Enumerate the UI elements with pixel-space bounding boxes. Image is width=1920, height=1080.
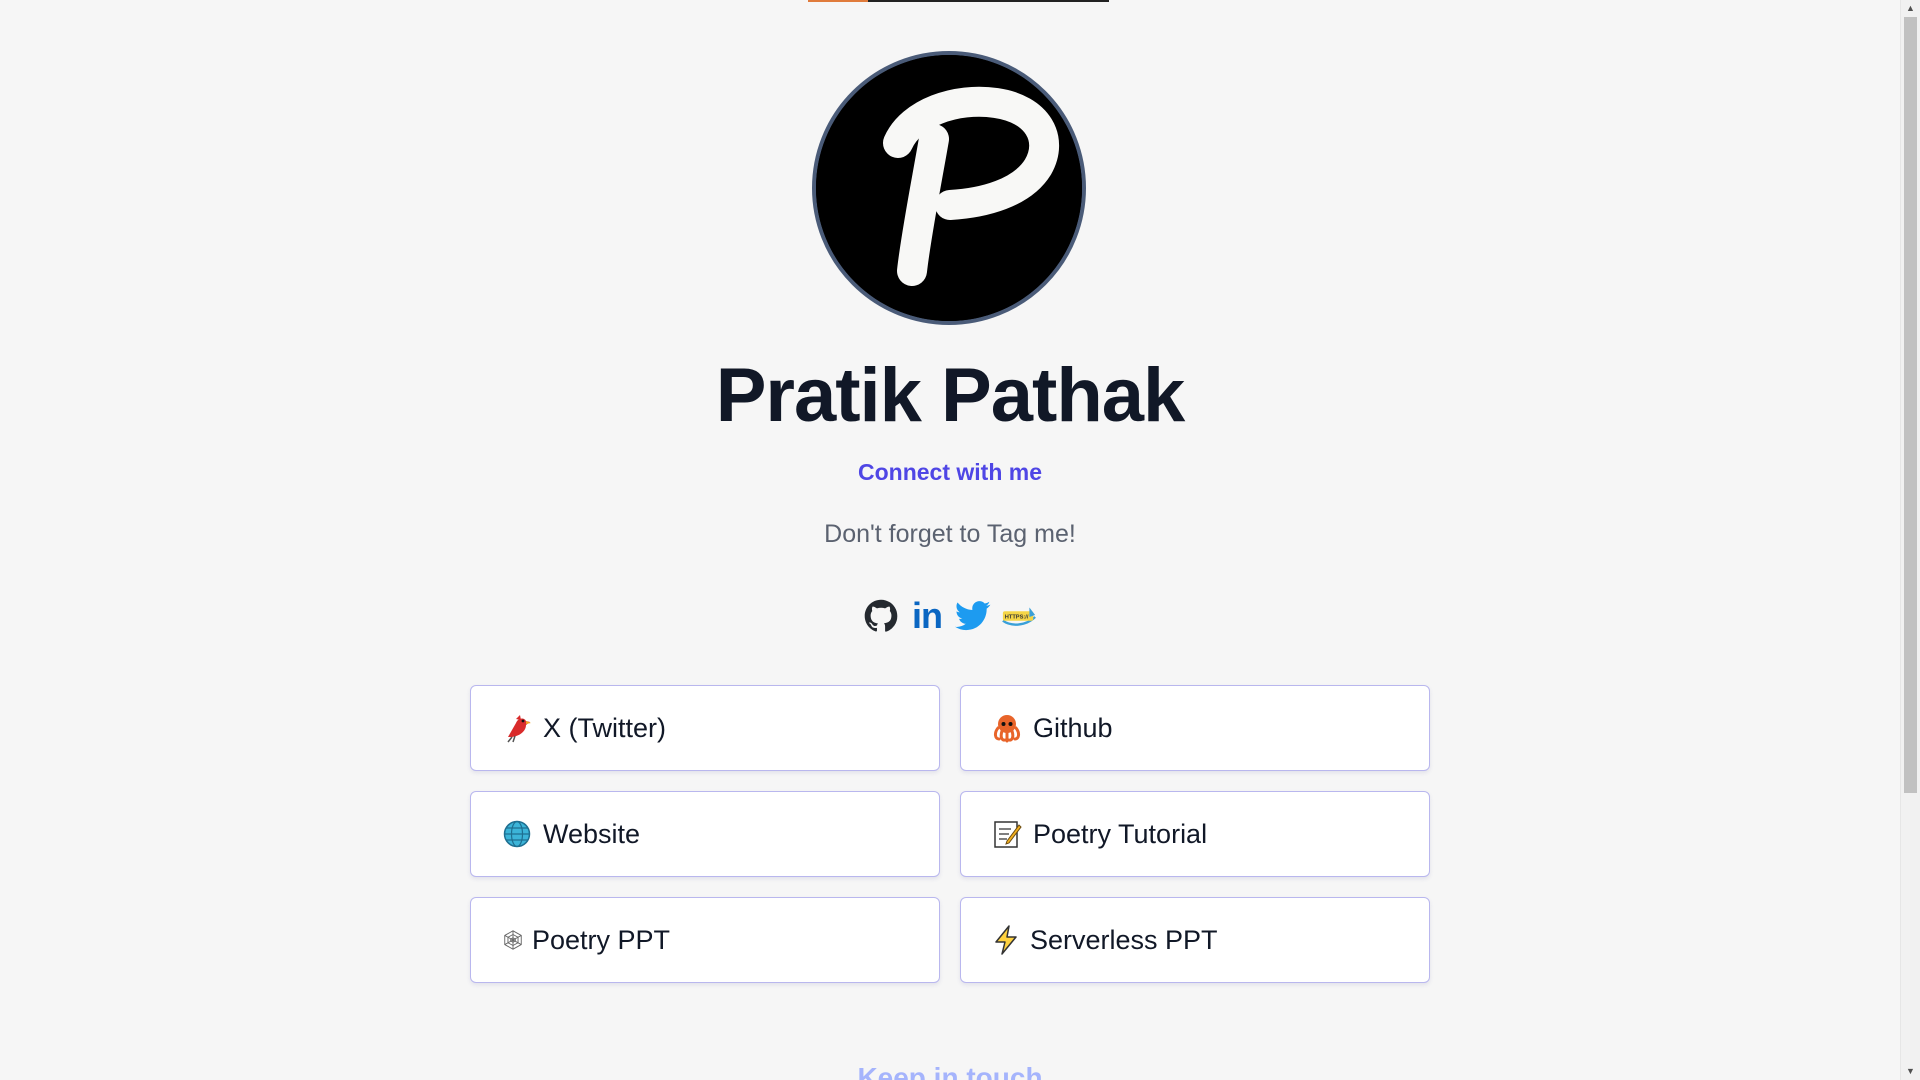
link-button-poetry-tutorial[interactable]: Poetry Tutorial: [960, 791, 1430, 877]
link-buttons-grid: X (Twitter) Github Website Poetry Tutori…: [470, 685, 1430, 983]
avatar-logo-p: P: [816, 55, 1082, 321]
https-badge-icon[interactable]: HTTPS://: [1001, 598, 1037, 634]
globe-icon: [502, 819, 532, 849]
lightning-icon: [992, 925, 1020, 955]
scrollbar-thumb[interactable]: [1904, 17, 1917, 793]
octopus-icon: [992, 713, 1022, 743]
link-button-poetry-ppt[interactable]: Poetry PPT: [470, 897, 940, 983]
link-button-label: Website: [543, 818, 641, 849]
red-bird-icon: [502, 713, 532, 743]
memo-icon: [992, 819, 1022, 849]
scroll-down-arrow-icon[interactable]: ▼: [1901, 1063, 1920, 1080]
twitter-bird-icon[interactable]: [955, 598, 991, 634]
profile-name: Pratik Pathak: [715, 353, 1186, 438]
scroll-up-arrow-icon[interactable]: ▲: [1901, 0, 1920, 17]
vertical-scrollbar[interactable]: ▲ ▼: [1900, 0, 1920, 1080]
link-button-label: Github: [1033, 712, 1113, 743]
avatar: P: [812, 51, 1086, 325]
connect-link[interactable]: Connect with me: [0, 459, 1900, 486]
linkedin-icon-label: in: [912, 595, 943, 636]
link-button-label: X (Twitter): [543, 712, 667, 743]
link-button-website[interactable]: Website: [470, 791, 940, 877]
social-icons: in HTTPS://: [863, 597, 1037, 635]
link-button-label: Poetry PPT: [532, 924, 671, 955]
https-badge-label: HTTPS://: [1005, 614, 1029, 620]
spider-web-icon: [502, 925, 524, 955]
footer-heading-partial: Keep in touch: [857, 1062, 1043, 1080]
link-button-serverless-ppt[interactable]: Serverless PPT: [960, 897, 1430, 983]
link-button-x-twitter[interactable]: X (Twitter): [470, 685, 940, 771]
link-button-github[interactable]: Github: [960, 685, 1430, 771]
linkedin-icon[interactable]: in: [909, 598, 945, 634]
link-button-label: Serverless PPT: [1030, 924, 1218, 955]
github-icon[interactable]: [863, 598, 899, 634]
avatar-letter: P: [816, 55, 817, 56]
main-content: P Pratik Pathak Connect with me Don't fo…: [0, 0, 1900, 1080]
link-button-label: Poetry Tutorial: [1033, 818, 1208, 849]
page: P Pratik Pathak Connect with me Don't fo…: [0, 0, 1920, 1080]
tagline: Don't forget to Tag me!: [824, 520, 1076, 548]
